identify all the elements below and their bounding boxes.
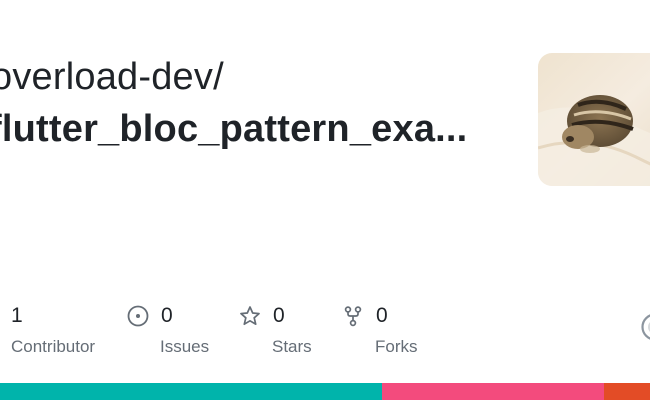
stat-issues[interactable]: 0 Issues	[127, 302, 209, 357]
star-icon	[239, 305, 261, 327]
repo-owner[interactable]: overload-dev/	[0, 56, 224, 99]
repo-stats: 1 Contributor 0 Issues 0 Stars 0 Forks	[0, 302, 650, 362]
owner-avatar	[538, 53, 650, 186]
stars-count: 0	[273, 304, 285, 327]
stars-label: Stars	[272, 337, 312, 356]
repo-name[interactable]: flutter_bloc_pattern_exa...	[0, 108, 467, 151]
stat-forks[interactable]: 0 Forks	[342, 302, 418, 357]
issue-opened-icon	[127, 305, 149, 327]
chipmunk-avatar-icon	[538, 53, 650, 186]
language-bar	[0, 383, 650, 400]
issues-count: 0	[161, 304, 173, 327]
language-segment	[603, 383, 650, 400]
stat-stars[interactable]: 0 Stars	[239, 302, 312, 357]
issues-label: Issues	[160, 337, 210, 356]
language-segment	[381, 383, 604, 400]
repo-forked-icon	[342, 305, 364, 327]
github-mark-icon	[640, 312, 650, 342]
forks-label: Forks	[375, 337, 418, 356]
language-segment	[0, 383, 382, 400]
stat-contributors[interactable]: 1 Contributor	[11, 302, 95, 357]
contributors-label: Contributor	[11, 337, 96, 356]
contributors-count: 1	[11, 304, 23, 327]
repo-social-card: overload-dev/ flutter_bloc_pattern_exa..…	[0, 0, 650, 400]
forks-count: 0	[376, 304, 388, 327]
